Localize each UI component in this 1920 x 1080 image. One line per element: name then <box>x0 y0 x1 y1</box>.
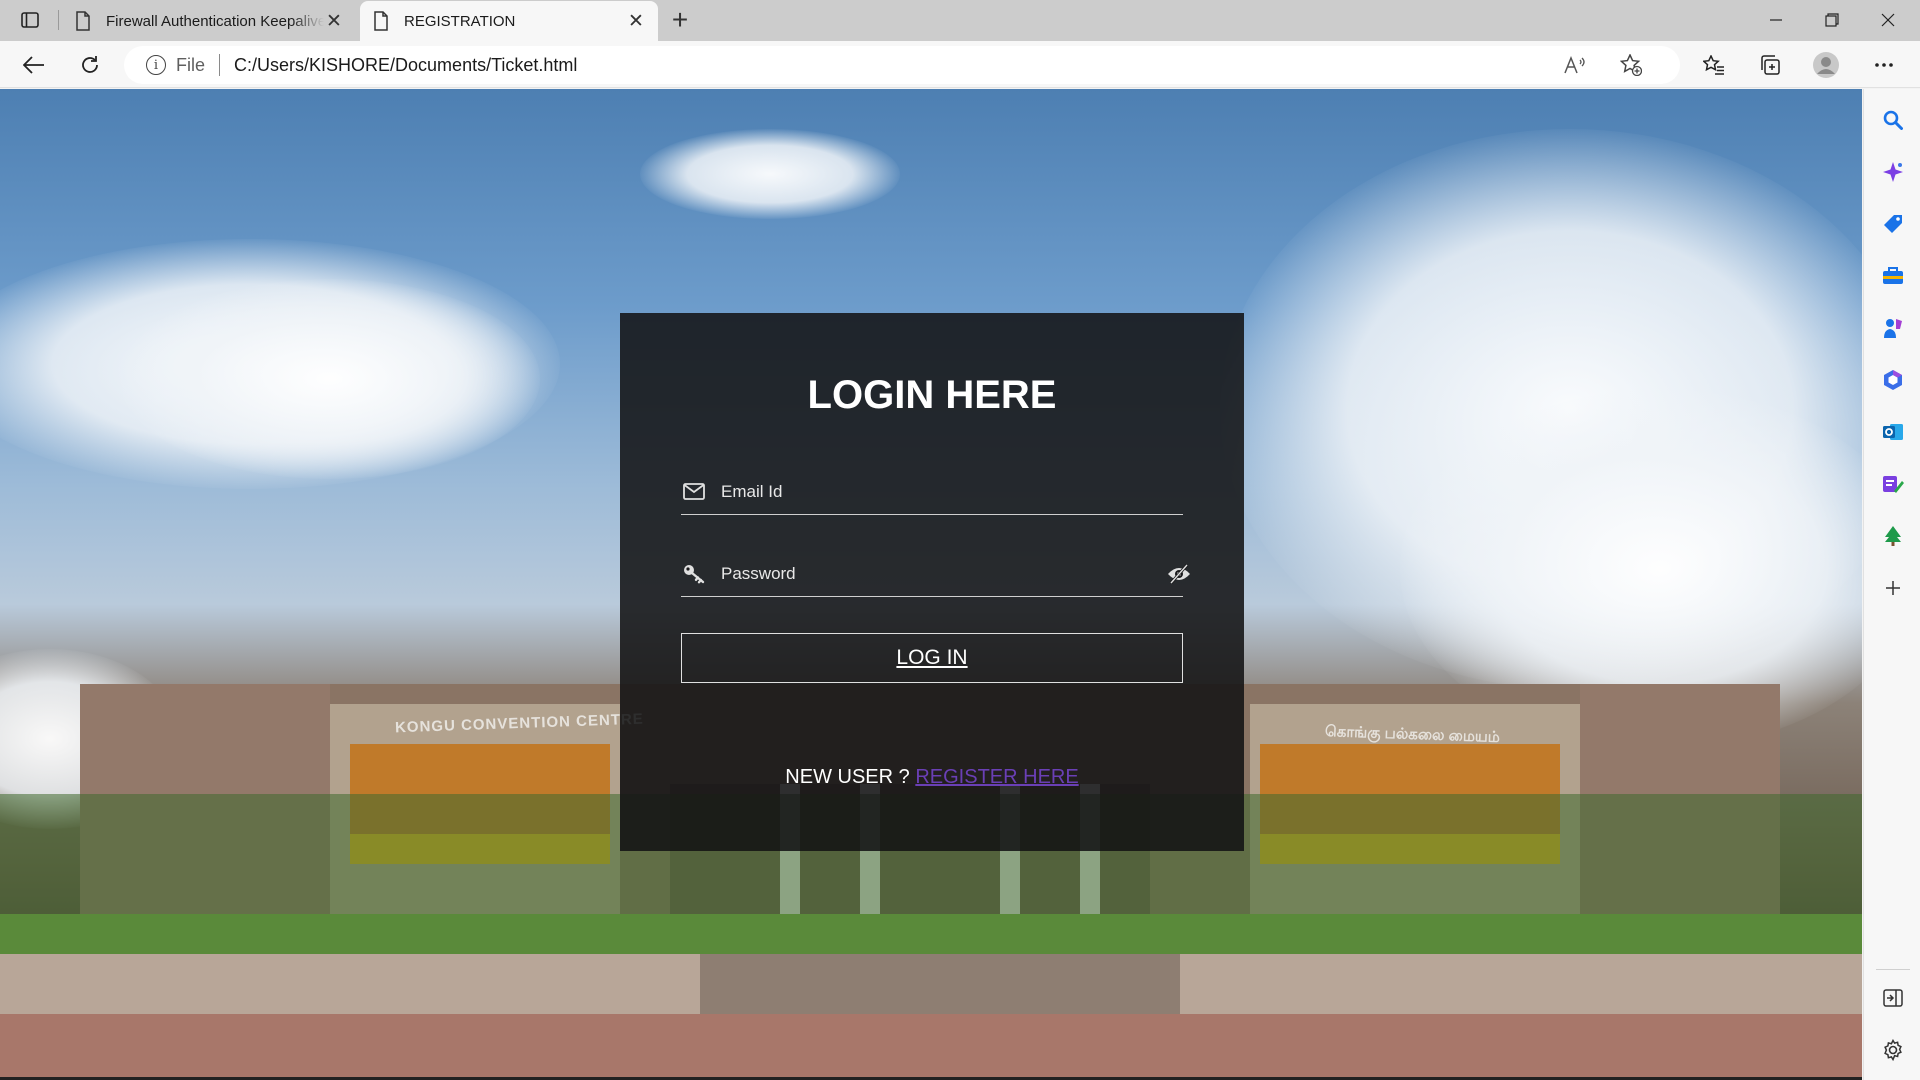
sidebar-games-button[interactable] <box>1876 311 1910 345</box>
new-user-text: NEW USER ? <box>785 766 910 788</box>
page-viewport: KONGU CONVENTION CENTRE கொங்கு பல்கலை மை… <box>0 89 1862 1080</box>
address-bar[interactable]: i File C:/Users/KISHORE/Documents/Ticket… <box>124 46 1680 84</box>
tools-icon <box>1883 267 1903 284</box>
shopping-icon <box>1884 215 1902 233</box>
register-link[interactable]: REGISTER HERE <box>915 766 1078 788</box>
minimize-icon <box>1770 19 1782 21</box>
hide-sidebar-icon <box>1883 989 1903 1007</box>
sidebar-settings-button[interactable] <box>1876 1033 1910 1067</box>
sidebar-tree-button[interactable] <box>1876 519 1910 553</box>
close-tab-icon[interactable]: ✕ <box>324 11 344 32</box>
sidebar-divider <box>1876 969 1910 970</box>
add-favorite-icon <box>1620 54 1642 76</box>
more-icon <box>1875 63 1893 67</box>
tab-actions-icon <box>21 12 39 28</box>
email-placeholder: Email Id <box>721 481 783 501</box>
read-aloud-icon <box>1564 56 1585 74</box>
more-button[interactable] <box>1866 47 1902 83</box>
tab-registration[interactable]: REGISTRATION ✕ <box>360 1 658 41</box>
page-icon <box>76 11 90 31</box>
login-form: LOGIN HERE Email Id Password LOG IN NEW … <box>620 313 1244 851</box>
address-toolbar: i File C:/Users/KISHORE/Documents/Ticket… <box>0 41 1920 88</box>
tab-title: REGISTRATION <box>404 12 516 30</box>
sidebar-tools-button[interactable] <box>1876 259 1910 293</box>
key-icon <box>683 563 705 585</box>
page-icon <box>374 11 388 31</box>
settings-icon <box>1884 1039 1902 1061</box>
email-field[interactable]: Email Id <box>681 469 1183 515</box>
sidebar-office-button[interactable] <box>1876 363 1910 397</box>
new-user-prompt: NEW USER ? REGISTER HERE <box>620 766 1244 789</box>
sidebar-hide-button[interactable] <box>1876 981 1910 1015</box>
password-placeholder: Password <box>721 563 796 583</box>
envelope-icon <box>683 481 705 503</box>
favorites-icon <box>1703 55 1724 75</box>
outlook-icon <box>1883 424 1903 440</box>
tab-separator <box>58 10 59 30</box>
profile-icon <box>1813 52 1839 78</box>
search-icon <box>1883 110 1903 130</box>
close-icon <box>1881 13 1895 27</box>
restore-button[interactable] <box>1804 0 1860 40</box>
sidebar-copilot-button[interactable] <box>1876 155 1910 189</box>
add-favorite-button[interactable] <box>1614 48 1648 82</box>
tab-actions-menu[interactable] <box>12 6 48 34</box>
office-icon <box>1884 370 1902 390</box>
sidebar-search-button[interactable] <box>1876 103 1910 137</box>
refresh-icon <box>82 56 98 73</box>
favorites-button[interactable] <box>1696 47 1732 83</box>
add-icon <box>1886 581 1900 595</box>
password-field[interactable]: Password <box>681 551 1190 597</box>
background-cloud <box>120 279 540 479</box>
site-info-icon[interactable]: i <box>146 55 166 75</box>
close-tab-icon[interactable]: ✕ <box>626 11 646 32</box>
tab-strip: Firewall Authentication Keepalive Window… <box>0 0 1920 41</box>
read-aloud-button[interactable] <box>1558 48 1592 82</box>
login-title: LOGIN HERE <box>807 373 1057 417</box>
scheme-label: File <box>176 54 206 75</box>
designer-icon <box>1883 476 1904 493</box>
minimize-button[interactable] <box>1748 0 1804 40</box>
url-text[interactable]: C:/Users/KISHORE/Documents/Ticket.html <box>234 55 577 76</box>
sidebar-designer-button[interactable] <box>1876 467 1910 501</box>
login-button[interactable]: LOG IN <box>681 633 1183 683</box>
url-separator <box>219 54 221 76</box>
back-button[interactable] <box>16 47 52 83</box>
tree-icon <box>1885 526 1901 546</box>
copilot-icon <box>1883 162 1903 182</box>
back-icon <box>23 56 44 74</box>
sidebar-add-button[interactable] <box>1876 571 1910 605</box>
restore-icon <box>1825 13 1839 27</box>
edge-sidebar <box>1863 89 1920 1080</box>
close-window-button[interactable] <box>1860 0 1916 40</box>
background-cloud <box>640 129 900 219</box>
refresh-button[interactable] <box>72 47 108 83</box>
tab-title: Firewall Authentication Keepalive Window <box>106 12 324 30</box>
sidebar-shopping-button[interactable] <box>1876 207 1910 241</box>
toggle-password-visibility-icon[interactable] <box>1167 563 1191 585</box>
games-icon <box>1884 319 1902 338</box>
profile-button[interactable] <box>1808 47 1844 83</box>
collections-button[interactable] <box>1752 47 1788 83</box>
tab-firewall[interactable]: Firewall Authentication Keepalive Window… <box>62 1 356 41</box>
new-tab-button[interactable]: + <box>664 4 696 36</box>
collections-icon <box>1761 55 1780 75</box>
sidebar-outlook-button[interactable] <box>1876 415 1910 449</box>
